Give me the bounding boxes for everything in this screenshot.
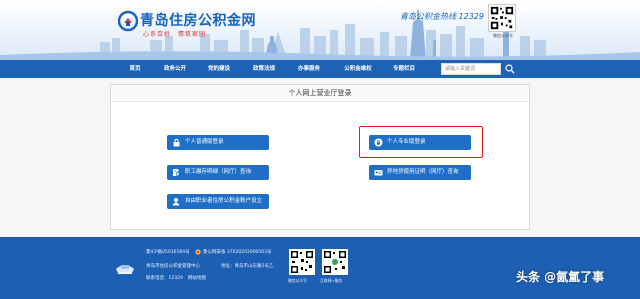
deposit-detail-query-button[interactable]: 职工缴存明细（网厅）查询 (167, 165, 269, 180)
button-label: 职工缴存明细（网厅）查询 (185, 169, 252, 175)
freelancer-account-setup-button[interactable]: 自由职业者住房公积金账户设立 (167, 194, 269, 209)
hotline-label: 青岛公积金热线 12329 (400, 12, 484, 21)
nav-item-public-affairs[interactable]: 政务公开 (156, 60, 194, 78)
offsite-loan-certificate-query-button[interactable]: 异地贷使用证明（网厅）查询 (369, 165, 471, 180)
nav-item-services[interactable]: 办事服务 (292, 60, 326, 78)
nav-item-party-building[interactable]: 党的建设 (204, 60, 234, 78)
nav-item-home[interactable]: 首页 (124, 60, 146, 78)
footer-contact: 联系电话：12329 (146, 276, 183, 281)
footer-organizer: 青岛市住房公积金管理中心 (146, 264, 200, 269)
user-add-icon (172, 198, 180, 206)
personal-normal-login-button[interactable]: 个人普通版登录 (167, 135, 269, 150)
internet-service-qr-code-icon (322, 249, 348, 275)
government-emblem-icon (116, 265, 134, 274)
search-icon[interactable] (505, 64, 515, 74)
id-card-icon (374, 170, 383, 176)
nav-item-rights-protection[interactable]: 公积金维权 (338, 60, 378, 78)
site-header: 青岛住房公积金网 心系百姓 情筑家园 青岛公积金热线 12329 微信公众号 (0, 0, 640, 60)
footer-qr-label-internet: 互联网+服务 (320, 278, 343, 283)
site-slogan: 心系百姓 情筑家园 (143, 31, 207, 38)
main-nav: 首页 政务公开 党的建设 政策法规 办事服务 公积金维权 专题栏目 请输入关键词 (0, 60, 640, 78)
icp-record[interactable]: 鲁ICP备05036584号 (146, 249, 190, 255)
lock-icon (173, 138, 180, 147)
city-skyline-banner (0, 0, 640, 60)
page: 青岛住房公积金网 心系百姓 情筑家园 青岛公积金热线 12329 微信公众号 首… (0, 0, 640, 299)
document-search-icon (173, 169, 181, 177)
panel-title: 个人网上营业厅登录 (111, 85, 529, 102)
search-input[interactable]: 请输入关键词 (441, 63, 501, 75)
police-record[interactable]: 鲁公网安备 37020202000503号 (203, 249, 272, 255)
nav-item-special-topics[interactable]: 专题栏目 (388, 60, 420, 78)
footer-address: 地址：青岛市山东路2号乙 (221, 264, 274, 269)
footer-sitemap-link[interactable]: 网站地图 (188, 275, 206, 281)
wechat-qr-code-icon (488, 4, 516, 32)
qr-code-label: 微信公众号 (493, 33, 513, 38)
housing-fund-logo-icon (118, 10, 138, 32)
wechat-qr-code-icon (289, 249, 315, 275)
button-label: 异地贷使用证明（网厅）查询 (387, 169, 459, 175)
site-title: 青岛住房公积金网 (140, 13, 256, 29)
watermark-text: 头条 @氤氲了事 (516, 270, 605, 284)
button-label: 自由职业者住房公积金账户设立 (185, 198, 263, 204)
police-badge-icon (195, 249, 201, 255)
nav-item-policies[interactable]: 政策法规 (248, 60, 280, 78)
button-label: 个人普通版登录 (185, 139, 224, 145)
footer-qr-label-wechat: 微信公众号 (288, 278, 307, 283)
highlight-box (359, 126, 483, 158)
